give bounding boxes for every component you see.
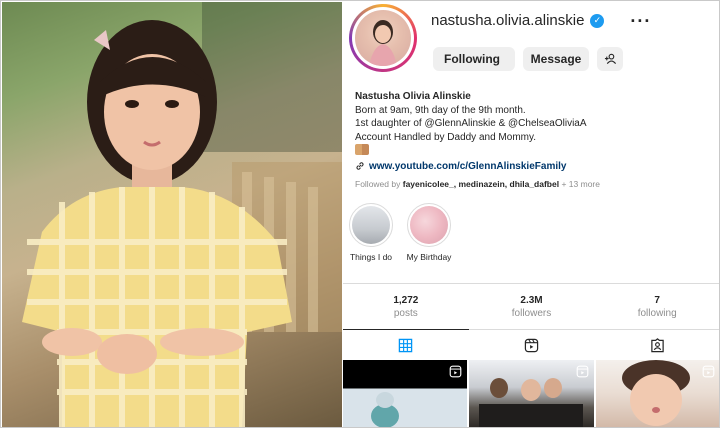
bio-line: Account Handled by Daddy and Mommy. (355, 131, 537, 143)
reels-icon (524, 338, 539, 352)
highlight-things-i-do[interactable]: Things I do (348, 203, 394, 262)
profile-avatar[interactable] (349, 4, 417, 72)
stat-label: following (637, 307, 677, 319)
reel-overlay-icon (702, 365, 715, 378)
tab-tagged[interactable] (594, 330, 719, 360)
following-button-label: Following (444, 52, 500, 66)
post-thumbnail[interactable] (343, 360, 468, 427)
highlight-label: My Birthday (406, 252, 452, 262)
stat-label: followers (511, 307, 552, 319)
reel-overlay-icon (449, 365, 462, 378)
bio-link-text: www.youtube.com/c/GlennAlinskieFamily (369, 160, 567, 172)
post-thumbnail[interactable] (595, 360, 719, 427)
verified-badge-icon: ✓ (590, 13, 605, 28)
featured-photo (2, 2, 342, 427)
followed-by-prefix: Followed by (355, 179, 401, 189)
username-row: nastusha.olivia.alinskie ✓ ··· (431, 12, 651, 30)
add-person-icon (604, 53, 616, 65)
message-button[interactable]: Message (523, 47, 589, 71)
bio-line: Born at 9am, 9th day of the 9th month. (355, 104, 526, 116)
highlight-my-birthday[interactable]: My Birthday (406, 203, 452, 262)
reel-overlay-icon (576, 365, 589, 378)
stat-posts: 1,272 posts (343, 284, 469, 329)
bio-link[interactable]: www.youtube.com/c/GlennAlinskieFamily (355, 160, 715, 174)
screenshot-frame: nastusha.olivia.alinskie ✓ ··· Following… (0, 0, 720, 428)
profile-bio: Nastusha Olivia Alinskie Born at 9am, 9t… (355, 90, 715, 173)
link-icon (356, 162, 364, 170)
tagged-icon (650, 337, 664, 352)
grid-icon (399, 338, 413, 352)
full-name: Nastusha Olivia Alinskie (355, 91, 471, 102)
tab-reels[interactable] (469, 330, 595, 360)
story-highlights: Things I do My Birthday (348, 203, 452, 262)
stat-value: 1,272 (393, 294, 419, 306)
stat-value: 2.3M (520, 294, 543, 306)
message-button-label: Message (530, 52, 582, 66)
stat-value: 7 (654, 294, 660, 306)
posts-grid (343, 360, 719, 427)
followed-by-more: + 13 more (561, 179, 600, 189)
followed-by-names: fayenicolee_, medinazein, dhila_dafbel (402, 179, 560, 189)
following-button[interactable]: Following (433, 47, 515, 71)
highlight-label: Things I do (349, 252, 393, 262)
profile-panel: nastusha.olivia.alinskie ✓ ··· Following… (343, 2, 719, 427)
stat-followers[interactable]: 2.3M followers (469, 284, 595, 329)
profile-actions: Following Message (433, 47, 623, 71)
highlight-cover (410, 206, 448, 244)
username: nastusha.olivia.alinskie (431, 12, 585, 29)
suggest-people-button[interactable] (597, 47, 623, 71)
stat-label: posts (393, 307, 418, 319)
highlight-cover (352, 206, 390, 244)
more-options-icon[interactable]: ··· (630, 12, 651, 30)
post-thumbnail[interactable] (469, 360, 594, 427)
bio-emoji (355, 144, 715, 160)
bio-line: 1st daughter of @GlennAlinskie & @Chelse… (355, 118, 587, 129)
profile-stats: 1,272 posts 2.3M followers 7 following (343, 283, 719, 329)
tab-posts[interactable] (343, 329, 469, 360)
followed-by[interactable]: Followed by fayenicolee_, medinazein, dh… (355, 179, 600, 189)
profile-tabs (343, 329, 719, 360)
stat-following[interactable]: 7 following (594, 284, 719, 329)
